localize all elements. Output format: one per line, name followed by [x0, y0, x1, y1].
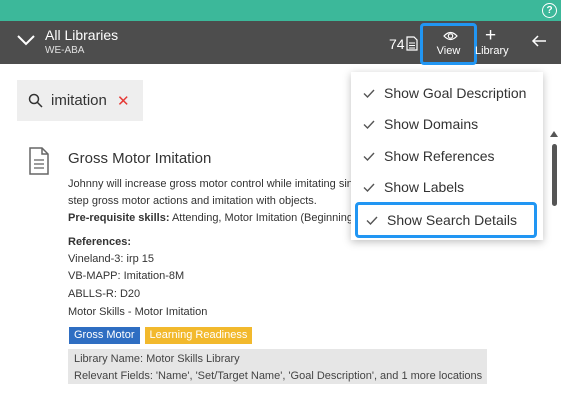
top-accent-bar: ?: [0, 0, 561, 21]
menu-item-label: Show References: [384, 148, 495, 164]
goal-title[interactable]: Gross Motor Imitation: [68, 150, 211, 167]
domain-tags: Gross Motor Learning Readiness: [69, 327, 253, 344]
menu-item-label: Show Search Details: [387, 212, 517, 228]
scrollbar-thumb[interactable]: [552, 144, 557, 206]
search-field[interactable]: imitation ✕: [17, 80, 143, 121]
item-count: 74: [389, 36, 405, 52]
goal-description-line1: Johnny will increase gross motor control…: [68, 178, 352, 190]
search-details-box: Library Name: Motor Skills Library Relev…: [68, 349, 487, 384]
menu-item-label: Show Labels: [384, 179, 465, 195]
back-arrow-icon[interactable]: [531, 34, 547, 48]
prerequisite-skills: Pre-requisite skills: Attending, Motor I…: [68, 212, 352, 224]
library-title[interactable]: All Libraries: [45, 27, 118, 43]
menu-item-show-labels[interactable]: Show Labels: [351, 173, 543, 203]
check-icon: [363, 89, 375, 98]
plus-icon: +: [485, 25, 497, 46]
view-button[interactable]: View: [420, 23, 477, 65]
view-label: View: [436, 45, 461, 57]
reference-item: Vineland-3: irp 15: [68, 253, 155, 265]
document-icon: [29, 147, 49, 175]
library-header: All Libraries WE-ABA 74 View + Library: [0, 21, 561, 65]
help-icon[interactable]: ?: [542, 3, 557, 18]
tag-gross-motor: Gross Motor: [69, 327, 140, 344]
scrollbar[interactable]: [549, 130, 559, 405]
clear-search-icon[interactable]: ✕: [117, 92, 130, 110]
library-subtitle: WE-ABA: [45, 45, 85, 56]
reference-item: VB-MAPP: Imitation-8M: [68, 270, 185, 282]
menu-item-show-domains[interactable]: Show Domains: [351, 110, 543, 140]
reference-item: Motor Skills - Motor Imitation: [68, 306, 208, 318]
search-input[interactable]: imitation: [51, 92, 107, 109]
tag-learning-readiness: Learning Readiness: [144, 327, 253, 344]
search-icon: [28, 93, 43, 108]
chevron-down-icon[interactable]: [16, 33, 36, 47]
prerequisite-value: Attending, Motor Imitation (Beginning): [171, 212, 352, 224]
menu-item-label: Show Goal Description: [384, 85, 527, 101]
check-icon: [363, 183, 375, 192]
reference-item: ABLLS-R: D20: [68, 288, 141, 300]
menu-item-show-references[interactable]: Show References: [351, 142, 543, 172]
relevant-fields: Relevant Fields: 'Name', 'Set/Target Nam…: [74, 370, 483, 382]
document-count-icon: [406, 36, 418, 51]
goal-description-line2: step gross motor actions and imitation w…: [68, 195, 317, 207]
add-library-label: Library: [475, 45, 509, 57]
references-heading: References:: [68, 236, 131, 248]
view-options-menu: Show Goal Description Show Domains Show …: [351, 72, 543, 240]
eye-icon: [443, 31, 458, 41]
menu-item-show-search-details[interactable]: Show Search Details: [355, 202, 537, 238]
menu-item-label: Show Domains: [384, 116, 479, 132]
menu-item-show-goal-description[interactable]: Show Goal Description: [351, 79, 543, 109]
scroll-up-icon[interactable]: [549, 130, 559, 138]
check-icon: [366, 216, 378, 225]
add-library-button[interactable]: + Library: [475, 23, 511, 63]
check-icon: [363, 152, 375, 161]
check-icon: [363, 120, 375, 129]
library-name: Library Name: Motor Skills Library: [74, 353, 240, 365]
prerequisite-label: Pre-requisite skills:: [68, 212, 170, 224]
